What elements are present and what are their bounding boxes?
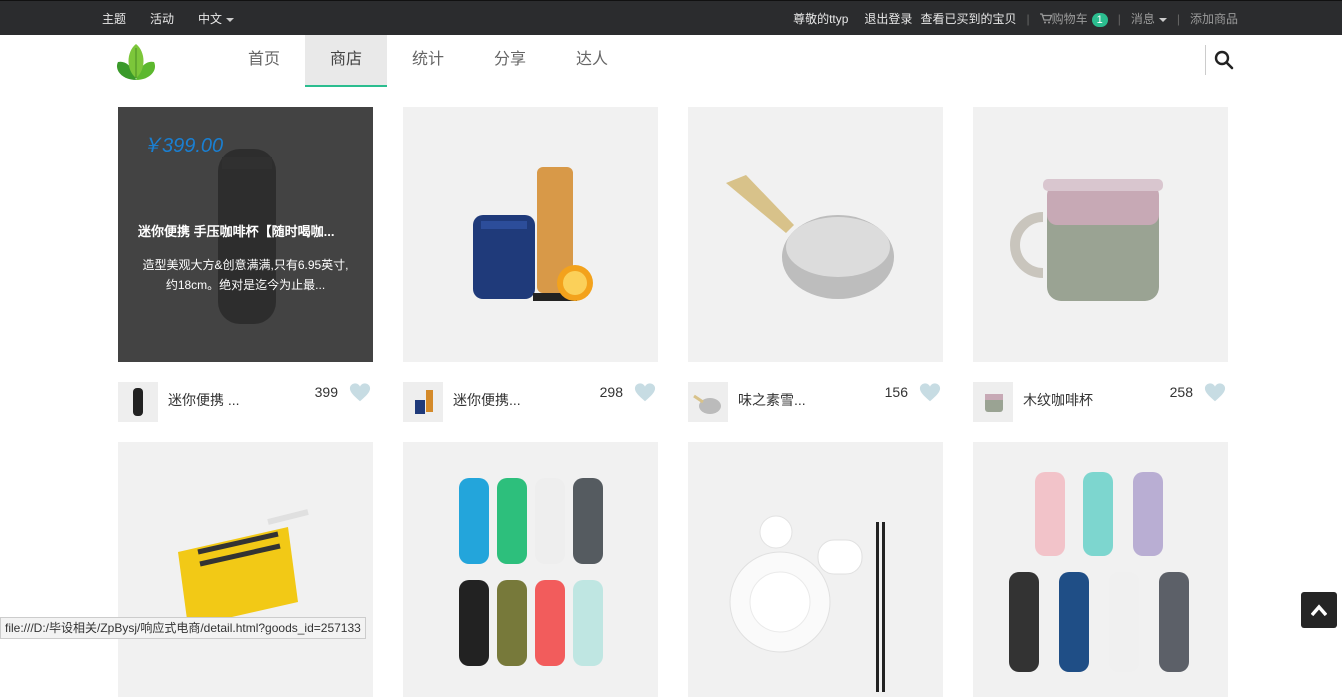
site-logo[interactable]: [112, 40, 160, 84]
heart-icon[interactable]: [634, 382, 656, 404]
product-image[interactable]: [403, 107, 658, 362]
messages-dropdown[interactable]: 消息: [1131, 10, 1167, 27]
like-count: 258: [1169, 384, 1193, 400]
product-name[interactable]: 木纹咖啡杯: [1023, 390, 1103, 410]
tab-share[interactable]: 分享: [469, 35, 551, 87]
heart-icon[interactable]: [349, 382, 371, 404]
cart-icon: [1039, 13, 1052, 24]
product-card[interactable]: [403, 442, 658, 697]
product-card[interactable]: 木纹咖啡杯 258: [973, 107, 1228, 422]
product-card[interactable]: [118, 442, 373, 697]
product-price: ￥399.00: [142, 135, 224, 157]
add-goods-link[interactable]: 添加商品: [1190, 10, 1238, 27]
tab-stats[interactable]: 统计: [387, 35, 469, 87]
topbar-link-theme[interactable]: 主题: [102, 10, 126, 27]
search-icon: [1214, 50, 1233, 70]
product-thumbnail: [118, 382, 158, 422]
product-card[interactable]: 味之素雪... 156: [688, 107, 943, 422]
like-count: 399: [314, 384, 338, 400]
chevron-down-icon: [1158, 17, 1167, 22]
product-name[interactable]: 迷你便携 ...: [168, 390, 248, 410]
product-overlay-description: 造型美观大方&创意满满,只有6.95英寸,约18cm。绝对是迄今为止最...: [142, 258, 349, 292]
product-image[interactable]: [403, 442, 658, 697]
product-image[interactable]: [688, 442, 943, 697]
product-card[interactable]: ￥399.00 迷你便携 手压咖啡杯【随时喝咖... 造型美观大方&创意满满,只…: [118, 107, 373, 422]
language-dropdown[interactable]: 中文: [198, 10, 235, 27]
heart-icon[interactable]: [1204, 382, 1226, 404]
divider: |: [1176, 11, 1180, 26]
like-count: 156: [884, 384, 908, 400]
language-label: 中文: [198, 12, 223, 26]
heart-icon[interactable]: [919, 382, 941, 404]
browser-status-url: file:///D:/毕设相关/ZpBysj/响应式电商/detail.html…: [0, 617, 366, 639]
tab-home[interactable]: 首页: [223, 35, 305, 87]
top-bar: 主题 活动 中文 尊敬的ttyp 退出登录 查看已买到的宝贝 | 购物车 1 | …: [0, 0, 1342, 35]
product-name[interactable]: 味之素雪...: [738, 390, 818, 410]
tab-store[interactable]: 商店: [305, 35, 387, 87]
divider: |: [1026, 11, 1030, 26]
product-image[interactable]: ￥399.00 迷你便携 手压咖啡杯【随时喝咖... 造型美观大方&创意满满,只…: [118, 107, 373, 362]
cart-label: 购物车: [1051, 12, 1088, 26]
like-count: 298: [599, 384, 623, 400]
product-overlay-title: 迷你便携 手压咖啡杯【随时喝咖...: [138, 224, 335, 239]
arrow-up-icon: [1311, 604, 1327, 616]
product-image[interactable]: [118, 442, 373, 697]
topbar-link-activity[interactable]: 活动: [150, 10, 174, 27]
cart-count-badge: 1: [1091, 13, 1108, 27]
product-image[interactable]: [973, 107, 1228, 362]
tab-experts[interactable]: 达人: [551, 35, 633, 87]
product-hover-overlay[interactable]: ￥399.00 迷你便携 手压咖啡杯【随时喝咖... 造型美观大方&创意满满,只…: [118, 107, 373, 362]
product-card[interactable]: 迷你便携... 298: [403, 107, 658, 422]
product-card[interactable]: [688, 442, 943, 697]
main-nav: 首页 商店 统计 分享 达人: [0, 35, 1342, 87]
product-thumbnail: [403, 382, 443, 422]
back-to-top-button[interactable]: [1301, 592, 1337, 628]
product-thumbnail: [973, 382, 1013, 422]
product-image[interactable]: [688, 107, 943, 362]
chevron-down-icon: [226, 17, 235, 22]
user-greeting[interactable]: 尊敬的ttyp: [793, 10, 848, 27]
divider: |: [1117, 11, 1121, 26]
search-button[interactable]: [1205, 45, 1241, 75]
logout-link[interactable]: 退出登录: [864, 10, 912, 27]
cart-link[interactable]: 购物车 1: [1039, 10, 1108, 27]
product-thumbnail: [688, 382, 728, 422]
product-name[interactable]: 迷你便携...: [453, 390, 533, 410]
messages-label: 消息: [1130, 12, 1155, 26]
bought-items-link[interactable]: 查看已买到的宝贝: [920, 10, 1016, 27]
product-card[interactable]: [973, 442, 1228, 697]
product-image[interactable]: [973, 442, 1228, 697]
